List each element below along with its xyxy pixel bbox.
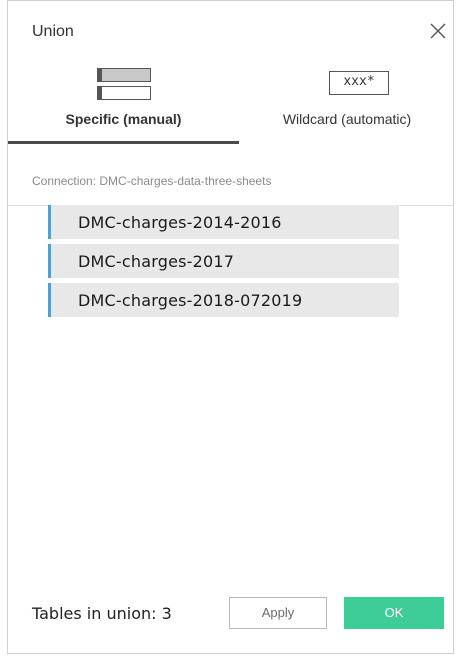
sheet-item[interactable]: DMC-charges-2018-072019 [48, 283, 399, 317]
sheet-item[interactable]: DMC-charges-2014-2016 [48, 205, 399, 239]
tab-wildcard-label: Wildcard (automatic) [282, 111, 412, 127]
union-sheet-list: DMC-charges-2014-2016 DMC-charges-2017 D… [48, 205, 399, 322]
dialog-title: Union [32, 23, 74, 40]
ok-button[interactable]: OK [344, 597, 444, 629]
manual-tables-icon [97, 68, 151, 100]
tab-wildcard-automatic[interactable]: xxx* Wildcard (automatic) [239, 61, 455, 147]
union-mode-tabs: Specific (manual) xxx* Wildcard (automat… [8, 61, 455, 206]
sheet-item[interactable]: DMC-charges-2017 [48, 244, 399, 278]
sheet-name: DMC-charges-2014-2016 [78, 213, 282, 232]
close-icon[interactable] [426, 19, 450, 43]
connection-label: Connection: DMC-charges-data-three-sheet… [32, 174, 272, 188]
apply-button[interactable]: Apply [229, 597, 327, 629]
sheet-name: DMC-charges-2018-072019 [78, 291, 303, 310]
active-tab-indicator [8, 141, 239, 144]
tab-specific-manual[interactable]: Specific (manual) [8, 61, 239, 147]
wildcard-icon: xxx* [329, 71, 389, 95]
tab-specific-label: Specific (manual) [65, 111, 182, 127]
union-dialog: Union Specific (manual) xxx* Wildcard (a… [7, 0, 454, 654]
tables-in-union-count: Tables in union: 3 [32, 604, 172, 623]
sheet-name: DMC-charges-2017 [78, 252, 235, 271]
